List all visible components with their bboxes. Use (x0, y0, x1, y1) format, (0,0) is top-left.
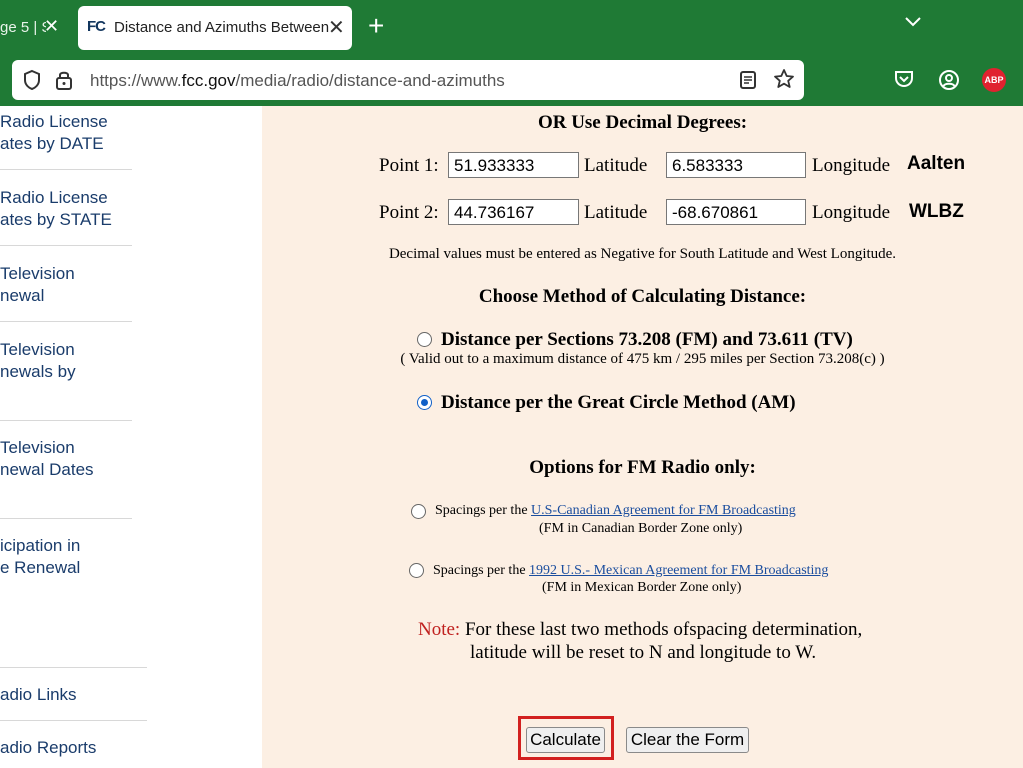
point2-label: Point 2: (379, 202, 439, 223)
note-line1: For these last two methods ofspacing det… (464, 619, 863, 640)
sidebar-divider (0, 245, 132, 246)
url-prefix: https://www. (90, 71, 182, 90)
sidebar-item-label: Radio License (0, 188, 108, 207)
method-sections-label[interactable]: Distance per Sections 73.208 (FM) and 73… (441, 329, 853, 351)
close-icon[interactable]: ✕ (44, 16, 59, 37)
sidebar-item-label: adio Reports (0, 738, 97, 757)
sidebar-item-tv-renewals-by[interactable]: Television newals by (0, 339, 76, 383)
sidebar-divider (0, 420, 132, 421)
sidebar-item-label: Television (0, 264, 75, 283)
sidebar-item-label: e Renewal (0, 558, 81, 577)
point1-label: Point 1: (379, 155, 439, 176)
point2-longitude-input[interactable]: -68.670861 (666, 199, 806, 225)
distance-form: OR Use Decimal Degrees: Point 1: 51.9333… (262, 106, 1023, 768)
sidebar-item-label: ates by STATE (0, 210, 112, 229)
fcc-favicon-icon: FC (87, 18, 106, 35)
longitude-label: Longitude (812, 202, 891, 223)
navigation-toolbar: https://www.fcc.gov/media/radio/distance… (0, 56, 1023, 106)
sidebar-divider (0, 321, 132, 322)
sidebar-item-label: Television (0, 340, 75, 359)
spacings-prefix: Spacings per the (433, 563, 530, 578)
clear-form-button[interactable]: Clear the Form (626, 727, 749, 753)
sidebar: Radio License ates by DATE Radio License… (0, 106, 262, 768)
mexican-agreement-link[interactable]: 1992 U.S.- Mexican Agreement for FM Broa… (529, 563, 828, 578)
chevron-down-icon[interactable] (904, 15, 922, 33)
canadian-agreement-link[interactable]: U.S-Canadian Agreement for FM Broadcasti… (531, 503, 796, 518)
sidebar-item-radio-license-state[interactable]: Radio License ates by STATE (0, 187, 112, 231)
sidebar-item-label: Radio License (0, 112, 108, 131)
note-label: Note: (418, 619, 461, 640)
fm-options-heading: Options for FM Radio only: (529, 457, 756, 478)
tab-distance-azimuths[interactable]: FC Distance and Azimuths Between ✕ (78, 6, 352, 50)
decimal-values-note: Decimal values must be entered as Negati… (388, 246, 897, 262)
sidebar-item-tv-renewal-dates[interactable]: Television newal Dates (0, 437, 94, 481)
point1-latitude-input[interactable]: 51.933333 (448, 152, 579, 178)
lock-icon[interactable] (55, 69, 73, 96)
tab-active-title: Distance and Azimuths Between (114, 19, 330, 36)
canadian-zone-note: (FM in Canadian Border Zone only) (539, 521, 743, 536)
sidebar-item-label: icipation in (0, 536, 81, 555)
adblock-plus-icon[interactable]: ABP (982, 68, 1006, 92)
account-icon[interactable] (938, 69, 960, 96)
sidebar-item-label: newal (0, 286, 45, 305)
sidebar-item-radio-license-date[interactable]: Radio License ates by DATE (0, 111, 108, 155)
url-text: https://www.fcc.gov/media/radio/distance… (90, 71, 505, 91)
latitude-label: Latitude (584, 155, 648, 176)
fm-note: Note: For these last two methods ofspaci… (418, 619, 862, 641)
spacings-prefix: Spacings per the (435, 503, 532, 518)
url-domain: fcc.gov (181, 71, 236, 90)
tab-previous[interactable]: ge 5 | S ✕ (0, 8, 70, 48)
sidebar-item-radio-reports[interactable]: adio Reports (0, 737, 96, 759)
sidebar-divider (0, 169, 132, 170)
sidebar-item-label: newals by (0, 362, 76, 381)
method-great-circle-label[interactable]: Distance per the Great Circle Method (AM… (441, 392, 796, 414)
reader-view-icon[interactable] (739, 70, 757, 95)
sidebar-item-label: newal Dates (0, 460, 94, 479)
tab-bar: ge 5 | S ✕ FC Distance and Azimuths Betw… (0, 0, 1023, 56)
point2-latitude-input[interactable]: 44.736167 (448, 199, 579, 225)
method-sections-note: ( Valid out to a maximum distance of 475… (400, 351, 885, 367)
tab-previous-title: ge 5 | S (0, 19, 46, 36)
close-icon[interactable]: ✕ (328, 15, 345, 40)
sidebar-item-participation-renewal[interactable]: icipation in e Renewal (0, 535, 80, 579)
longitude-label: Longitude (812, 155, 891, 176)
address-bar[interactable]: https://www.fcc.gov/media/radio/distance… (12, 60, 804, 100)
point1-place-name: Aalten (907, 153, 966, 174)
method-great-circle-radio[interactable] (417, 395, 432, 410)
sidebar-item-tv-renewal[interactable]: Television newal (0, 263, 75, 307)
shield-icon[interactable] (22, 69, 42, 96)
mexican-spacing-radio[interactable] (409, 563, 424, 578)
method-heading: Choose Method of Calculating Distance: (478, 286, 807, 307)
point1-longitude-input[interactable]: 6.583333 (666, 152, 806, 178)
method-sections-radio[interactable] (417, 332, 432, 347)
calculate-button[interactable]: Calculate (526, 727, 605, 753)
sidebar-item-label: ates by DATE (0, 134, 104, 153)
sidebar-divider (0, 720, 147, 721)
sidebar-divider (0, 518, 132, 519)
sidebar-item-label: Television (0, 438, 75, 457)
mexican-spacing-option: Spacings per the 1992 U.S.- Mexican Agre… (433, 563, 828, 579)
sidebar-item-label: adio Links (0, 685, 77, 704)
pocket-icon[interactable] (893, 69, 915, 94)
latitude-label: Latitude (584, 202, 648, 223)
mexican-zone-note: (FM in Mexican Border Zone only) (542, 580, 742, 595)
url-path: /media/radio/distance-and-azimuths (235, 71, 505, 90)
new-tab-plus-icon[interactable]: + (368, 12, 384, 40)
bookmark-star-icon[interactable] (773, 68, 795, 95)
sidebar-item-radio-links[interactable]: adio Links (0, 684, 77, 706)
decimal-degrees-heading: OR Use Decimal Degrees: (537, 112, 748, 133)
note-line2: latitude will be reset to N and longitud… (470, 642, 817, 663)
canadian-spacing-option: Spacings per the U.S-Canadian Agreement … (435, 503, 796, 519)
point2-place-name: WLBZ (909, 201, 964, 222)
canadian-spacing-radio[interactable] (411, 504, 426, 519)
sidebar-divider (0, 667, 147, 668)
